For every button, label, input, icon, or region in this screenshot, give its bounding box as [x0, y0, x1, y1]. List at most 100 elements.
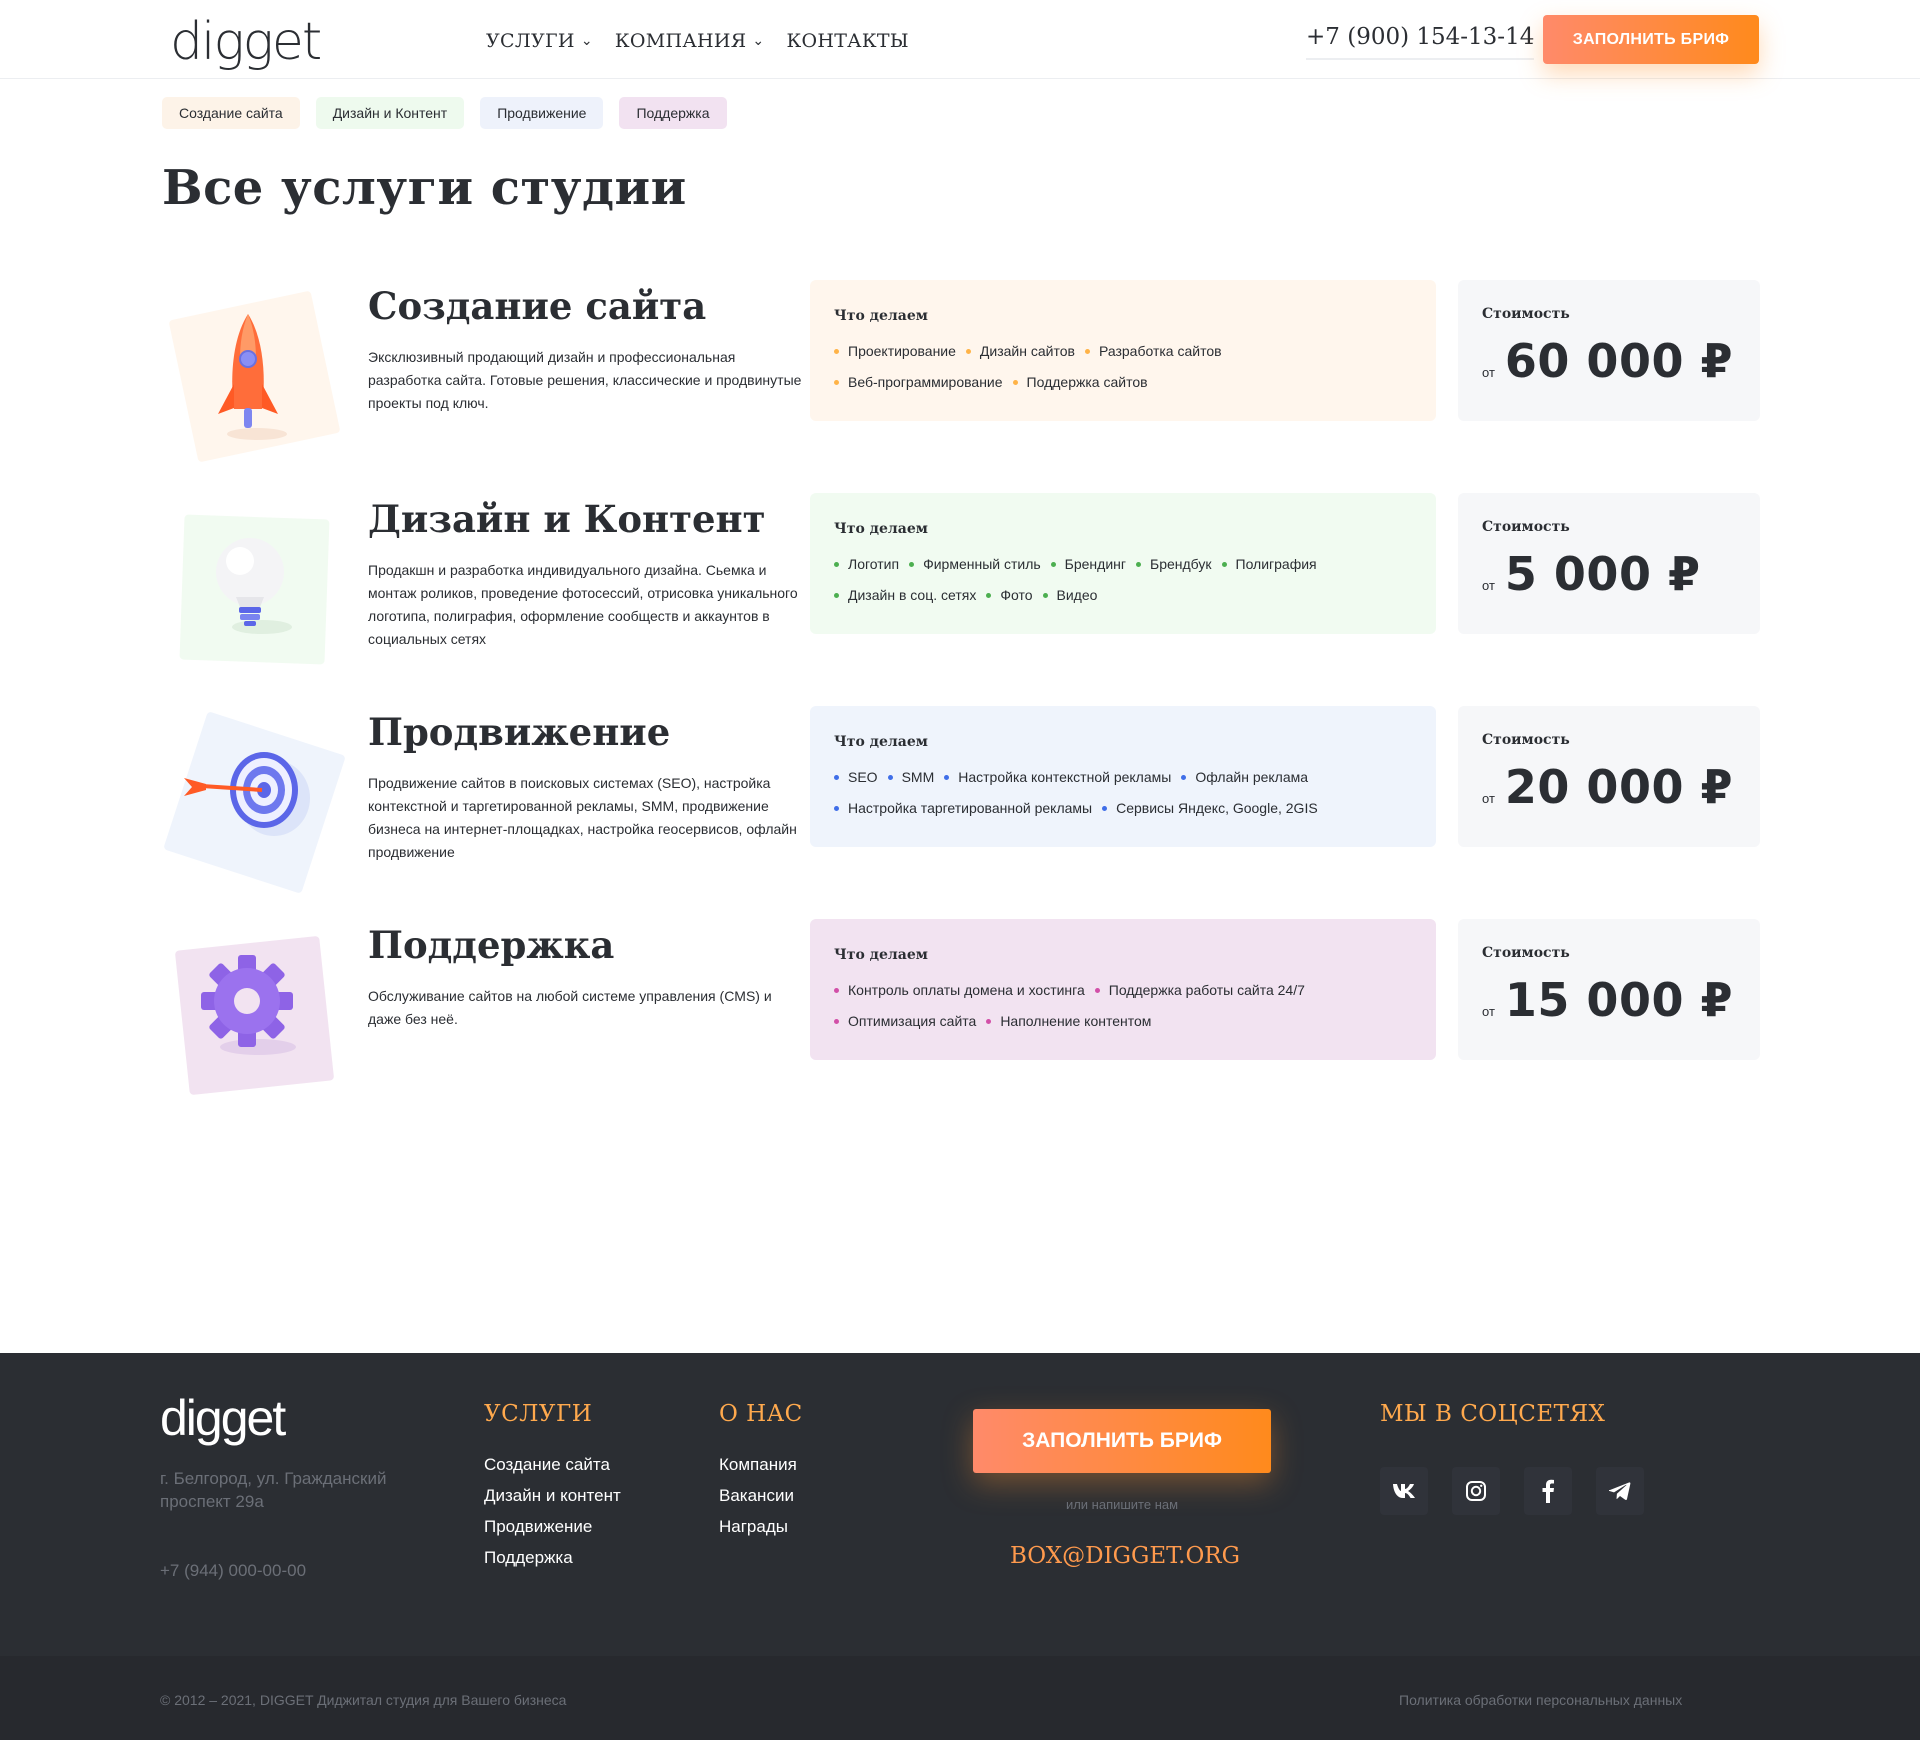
tag-label: Дизайн сайтов: [979, 343, 1075, 359]
footer-link-promotion[interactable]: Продвижение: [484, 1515, 621, 1538]
privacy-policy-link[interactable]: Политика обработки персональных данных: [1399, 1692, 1682, 1708]
footer-link-awards[interactable]: Награды: [719, 1515, 797, 1538]
service-description: Эксклюзивный продающий дизайн и професси…: [368, 349, 802, 411]
price-card: Стоимость от 60 000 ₽: [1458, 280, 1760, 421]
chip-promotion[interactable]: Продвижение: [480, 97, 604, 129]
tag-item: Брендбук: [1136, 553, 1212, 575]
facebook-icon[interactable]: [1524, 1467, 1572, 1515]
bullet-icon: [1181, 774, 1187, 780]
tag-item: Настройка таргетированной рекламы: [834, 797, 1092, 819]
bullet-icon: [834, 592, 839, 598]
instagram-icon[interactable]: [1452, 1467, 1500, 1515]
tag-item: Наполнение контентом: [986, 1010, 1151, 1032]
what-we-do-heading: Что делаем: [834, 734, 928, 750]
target-icon: [184, 752, 310, 836]
tag-label: Фото: [1000, 587, 1033, 603]
footer-about-links: Компания Вакансии Награды: [719, 1453, 797, 1538]
price-heading: Стоимость: [1482, 519, 1570, 535]
footer-email-link[interactable]: BOX@DIGGET.ORG: [973, 1543, 1277, 1569]
bullet-icon: [1102, 805, 1108, 811]
tag-item: Веб-программирование: [834, 371, 1003, 393]
tag-item: Проектирование: [834, 340, 956, 362]
price-from: от: [1482, 365, 1495, 380]
footer-link-website[interactable]: Создание сайта: [484, 1453, 621, 1476]
telegram-icon[interactable]: [1596, 1467, 1644, 1515]
price-amount: 5 000 ₽: [1504, 547, 1701, 601]
tag-label: Брендинг: [1064, 556, 1126, 572]
nav-company[interactable]: КОМПАНИЯ ⌄: [615, 30, 765, 52]
footer-link-support[interactable]: Поддержка: [484, 1546, 621, 1569]
chip-support[interactable]: Поддержка: [619, 97, 727, 129]
tag-list: SEO SMM Настройка контекстной рекламы Оф…: [834, 766, 1394, 819]
nav-services[interactable]: УСЛУГИ ⌄: [486, 30, 593, 52]
tag-item: Поддержка сайтов: [1012, 371, 1148, 393]
tag-item: Видео: [1042, 584, 1098, 606]
tag-label: Поддержка работы сайта 24/7: [1108, 982, 1305, 998]
tag-item: Дизайн сайтов: [965, 340, 1075, 362]
chip-website[interactable]: Создание сайта: [162, 97, 300, 129]
copyright: © 2012 – 2021, DIGGET Диджитал студия дл…: [160, 1692, 567, 1708]
tag-item: Офлайн реклама: [1181, 766, 1308, 788]
bullet-icon: [1221, 561, 1227, 567]
price-heading: Стоимость: [1482, 306, 1570, 322]
service-row-support: Поддержка Обслуживание сайтов на любой с…: [162, 919, 1762, 1103]
footer-phone[interactable]: +7 (944) 000-00-00: [160, 1561, 306, 1581]
service-title[interactable]: Поддержка: [368, 923, 614, 967]
bullet-icon: [986, 1018, 992, 1024]
price-value: от 5 000 ₽: [1482, 547, 1736, 601]
service-title[interactable]: Продвижение: [368, 710, 670, 754]
service-row-website: Создание сайта Эксклюзивный продающий ди…: [162, 280, 1762, 464]
nav-company-label: КОМПАНИЯ: [614, 30, 747, 52]
footer-fill-brief-button[interactable]: ЗАПОЛНИТЬ БРИФ: [973, 1409, 1271, 1473]
tag-label: Видео: [1056, 587, 1098, 603]
bullet-icon: [909, 561, 915, 567]
service-description: Продакшн и разработка индивидуального ди…: [368, 562, 798, 647]
service-title[interactable]: Создание сайта: [368, 284, 706, 328]
vk-icon[interactable]: [1380, 1467, 1428, 1515]
tag-item: SMM: [887, 766, 934, 788]
bullet-icon: [887, 774, 893, 780]
tag-item: Фото: [986, 584, 1033, 606]
footer-link-vacancies[interactable]: Вакансии: [719, 1484, 797, 1507]
bullet-icon: [1012, 379, 1018, 385]
tag-list: Логотип Фирменный стиль Брендинг Брендбу…: [834, 553, 1394, 606]
header-phone[interactable]: +7 (900) 154-13-14: [1306, 24, 1535, 60]
footer-logo[interactable]: digget: [160, 1389, 286, 1447]
bullet-icon: [834, 348, 839, 354]
chip-design[interactable]: Дизайн и Контент: [315, 97, 465, 129]
tag-label: Настройка таргетированной рекламы: [848, 800, 1093, 816]
tag-item: Настройка контекстной рекламы: [944, 766, 1171, 788]
tag-label: Фирменный стиль: [923, 556, 1041, 572]
tag-label: Логотип: [848, 556, 900, 572]
price-heading: Стоимость: [1482, 945, 1570, 961]
tag-item: Контроль оплаты домена и хостинга: [834, 979, 1085, 1001]
footer-link-design[interactable]: Дизайн и контент: [484, 1484, 621, 1507]
what-we-do-card: Что делаем Контроль оплаты домена и хост…: [810, 919, 1436, 1060]
fill-brief-button[interactable]: ЗАПОЛНИТЬ БРИФ: [1543, 15, 1759, 64]
gear-icon: [201, 955, 296, 1055]
price-value: от 20 000 ₽: [1482, 760, 1736, 814]
bullet-icon: [965, 348, 971, 354]
service-title[interactable]: Дизайн и Контент: [368, 497, 766, 541]
tag-label: Контроль оплаты домена и хостинга: [848, 982, 1085, 998]
bullet-icon: [1094, 987, 1100, 993]
page-title: Все услуги студии: [162, 160, 687, 216]
bullet-icon: [834, 561, 839, 567]
site-footer: digget г. Белгород, ул. Гражданский прос…: [0, 1353, 1920, 1740]
tag-item: Полиграфия: [1221, 553, 1317, 575]
tag-label: Разработка сайтов: [1098, 343, 1222, 359]
price-heading: Стоимость: [1482, 732, 1570, 748]
service-row-promotion: Продвижение Продвижение сайтов в поисков…: [162, 706, 1762, 894]
bullet-icon: [834, 379, 839, 385]
price-value: от 15 000 ₽: [1482, 973, 1736, 1027]
logo[interactable]: digget: [170, 12, 322, 72]
bullet-icon: [834, 987, 839, 993]
tag-item: Разработка сайтов: [1084, 340, 1222, 362]
nav-contacts[interactable]: КОНТАКТЫ: [786, 30, 908, 52]
price-from: от: [1482, 1004, 1495, 1019]
price-from: от: [1482, 791, 1495, 806]
lightbulb-icon: [216, 538, 292, 634]
tag-label: Настройка контекстной рекламы: [958, 769, 1172, 785]
tag-label: Офлайн реклама: [1195, 769, 1309, 785]
footer-link-company[interactable]: Компания: [719, 1453, 797, 1476]
